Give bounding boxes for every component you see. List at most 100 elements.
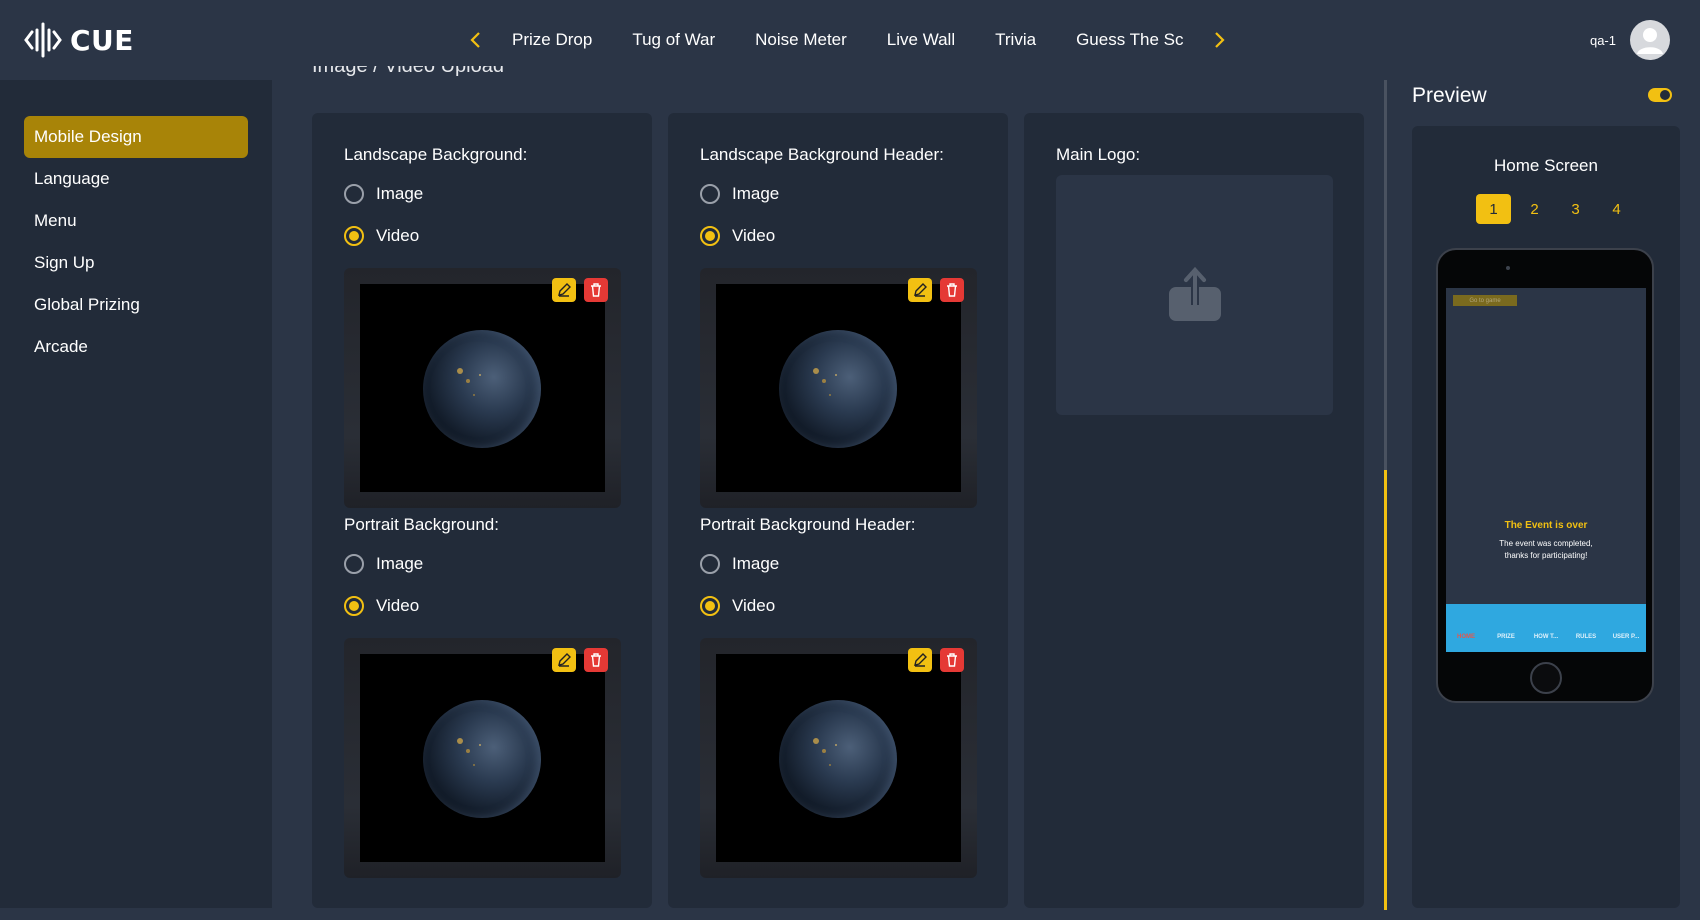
edit-button[interactable] <box>552 648 576 672</box>
background-header-panel: Landscape Background Header: Image Video… <box>668 113 1008 908</box>
phone-home-button <box>1530 662 1562 694</box>
user-menu[interactable]: qa-1 <box>1590 20 1670 60</box>
nav-item-prize-drop[interactable]: Prize Drop <box>512 30 592 50</box>
landscape-header-label: Landscape Background Header: <box>700 145 944 164</box>
sidebar: Mobile Design Language Menu Sign Up Glob… <box>0 80 272 908</box>
portrait-header-video-option[interactable]: Video <box>700 596 775 616</box>
page-button-1[interactable]: 1 <box>1476 194 1511 224</box>
event-text-line: The event was completed, <box>1499 539 1593 548</box>
portrait-background-image-option[interactable]: Image <box>344 554 423 574</box>
landscape-background-image-option[interactable]: Image <box>344 184 423 204</box>
landscape-background-video-option[interactable]: Video <box>344 226 419 246</box>
delete-button[interactable] <box>940 648 964 672</box>
pencil-icon <box>558 283 571 297</box>
section-title: Image / Video Upload <box>312 66 504 77</box>
screen-label: Home Screen <box>1494 156 1598 175</box>
page-button-2[interactable]: 2 <box>1517 194 1552 224</box>
landscape-header-preview <box>700 268 977 508</box>
edit-button[interactable] <box>908 648 932 672</box>
radio-label: Video <box>376 226 420 245</box>
radio-label: Image <box>376 554 424 573</box>
go-to-game-button: Go to game <box>1453 295 1517 306</box>
game-nav: Prize Drop Tug of War Noise Meter Live W… <box>462 22 1233 58</box>
portrait-background-label: Portrait Background: <box>344 515 499 534</box>
trash-icon <box>591 283 601 297</box>
phone-tab-home: HOME <box>1448 616 1484 646</box>
portrait-header-image-option[interactable]: Image <box>700 554 779 574</box>
radio-button-checked[interactable] <box>344 226 364 246</box>
nav-item-tug-of-war[interactable]: Tug of War <box>632 30 715 50</box>
phone-tab-bar: HOME PRIZE HOW T... RULES USER P... <box>1446 604 1646 652</box>
chevron-left-icon <box>470 32 480 48</box>
phone-camera <box>1506 266 1510 270</box>
landscape-background-label: Landscape Background: <box>344 145 528 164</box>
phone-tab-user-profile: USER P... <box>1612 634 1640 640</box>
pencil-icon <box>914 283 927 297</box>
radio-button[interactable] <box>700 184 720 204</box>
earth-video-thumbnail <box>360 284 605 492</box>
radio-button-checked[interactable] <box>700 596 720 616</box>
background-panel: Landscape Background: Image Video Portra… <box>312 113 652 908</box>
trash-icon <box>947 283 957 297</box>
logo-text: CUE <box>70 23 134 57</box>
preview-panel: Home Screen 1 2 3 4 Go to game The Event… <box>1412 126 1680 908</box>
avatar[interactable] <box>1630 20 1670 60</box>
preview-pagination: 1 2 3 4 <box>1476 194 1634 224</box>
landscape-header-video-option[interactable]: Video <box>700 226 775 246</box>
radio-label: Video <box>376 596 420 615</box>
earth-video-thumbnail <box>716 284 961 492</box>
nav-item-live-wall[interactable]: Live Wall <box>887 30 955 50</box>
user-icon <box>1637 28 1663 54</box>
nav-item-noise-meter[interactable]: Noise Meter <box>755 30 847 50</box>
radio-button-checked[interactable] <box>344 596 364 616</box>
main-logo-upload-dropzone[interactable] <box>1056 175 1333 415</box>
page-button-4[interactable]: 4 <box>1599 194 1634 224</box>
globe-image <box>423 700 541 818</box>
earth-video-thumbnail <box>716 654 961 862</box>
phone-tab-how-to: HOW T... <box>1533 634 1559 640</box>
edit-button[interactable] <box>908 278 932 302</box>
app-logo[interactable]: CUE <box>24 20 134 60</box>
nav-item-guess-the-sc[interactable]: Guess The Sc <box>1076 30 1183 50</box>
nav-next-button[interactable] <box>1207 22 1233 58</box>
sidebar-item-mobile-design[interactable]: Mobile Design <box>24 116 248 158</box>
portrait-background-preview <box>344 638 621 878</box>
nav-prev-button[interactable] <box>462 22 488 58</box>
radio-button-checked[interactable] <box>700 226 720 246</box>
radio-button[interactable] <box>700 554 720 574</box>
sidebar-item-language[interactable]: Language <box>24 158 248 200</box>
event-title: The Event is over <box>1504 520 1588 531</box>
page-button-3[interactable]: 3 <box>1558 194 1593 224</box>
main-logo-label: Main Logo: <box>1056 145 1141 164</box>
radio-label: Image <box>732 554 780 573</box>
globe-image <box>423 330 541 448</box>
preview-toggle[interactable] <box>1648 88 1672 102</box>
globe-image <box>779 700 897 818</box>
radio-button[interactable] <box>344 184 364 204</box>
radio-label: Video <box>732 596 776 615</box>
delete-button[interactable] <box>940 278 964 302</box>
radio-button[interactable] <box>344 554 364 574</box>
edit-button[interactable] <box>552 278 576 302</box>
event-text-line: thanks for participating! <box>1504 551 1588 560</box>
radio-label: Image <box>732 184 780 203</box>
user-name: qa-1 <box>1589 32 1616 48</box>
earth-video-thumbnail <box>360 654 605 862</box>
sidebar-item-arcade[interactable]: Arcade <box>24 326 248 368</box>
pencil-icon <box>914 653 927 667</box>
preview-title: Preview <box>1412 84 1487 107</box>
delete-button[interactable] <box>584 648 608 672</box>
scrollbar-thumb[interactable] <box>1384 470 1387 910</box>
landscape-header-image-option[interactable]: Image <box>700 184 779 204</box>
nav-item-trivia[interactable]: Trivia <box>995 30 1036 50</box>
radio-label: Video <box>732 226 776 245</box>
trash-icon <box>591 653 601 667</box>
sidebar-item-menu[interactable]: Menu <box>24 200 248 242</box>
portrait-background-video-option[interactable]: Video <box>344 596 419 616</box>
pencil-icon <box>558 653 571 667</box>
phone-tab-rules: RULES <box>1575 634 1597 640</box>
delete-button[interactable] <box>584 278 608 302</box>
sidebar-item-global-prizing[interactable]: Global Prizing <box>24 284 248 326</box>
sidebar-item-sign-up[interactable]: Sign Up <box>24 242 248 284</box>
main-logo-panel: Main Logo: <box>1024 113 1364 908</box>
